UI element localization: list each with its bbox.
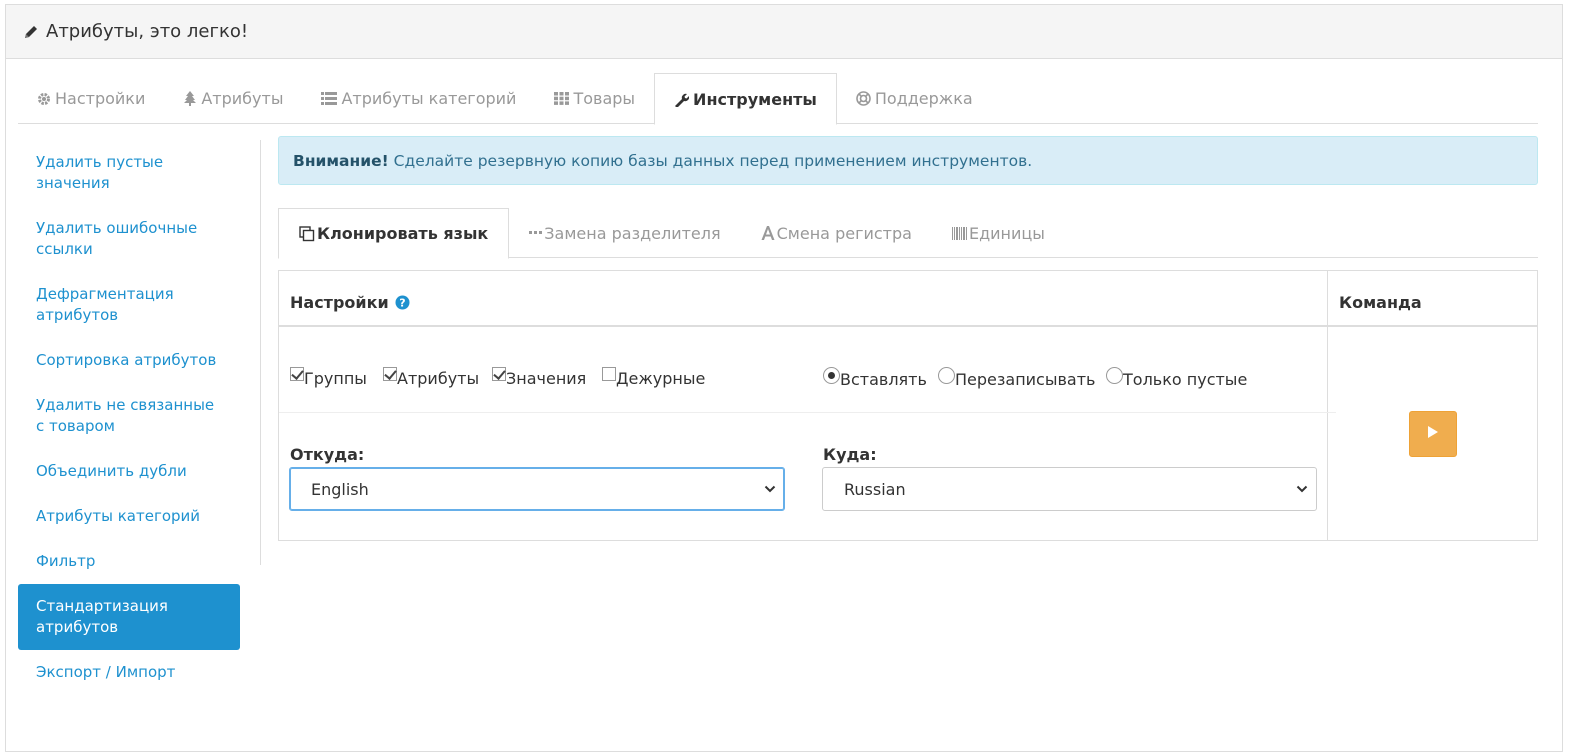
settings-column-header: Настройки ? (279, 271, 1328, 325)
sidebar-item-delete-broken-links[interactable]: Удалить ошибочные ссылки (18, 206, 240, 272)
checkbox-values-label: Значения (506, 369, 587, 388)
to-language-select[interactable]: Russian (822, 467, 1317, 511)
from-language-select[interactable]: English (289, 467, 785, 511)
checkbox-values-box[interactable] (492, 367, 506, 381)
grid-icon (554, 92, 570, 105)
play-icon (1427, 425, 1439, 443)
tab-tools[interactable]: Инструменты (654, 73, 837, 125)
tab-attributes[interactable]: Атрибуты (164, 73, 302, 124)
command-cell (1328, 327, 1537, 540)
tab-clone-language[interactable]: Клонировать язык (278, 208, 510, 259)
checkbox-attributes-label: Атрибуты (397, 369, 480, 388)
sidebar-item-filter[interactable]: Фильтр (18, 539, 240, 584)
sidebar-item-sort[interactable]: Сортировка атрибутов (18, 338, 240, 383)
from-label: Откуда: (290, 445, 365, 464)
panel-title: Атрибуты, это легко! (46, 21, 249, 42)
to-label: Куда: (823, 445, 877, 464)
tab-units-label: Единицы (968, 223, 1045, 243)
radio-insert-circle[interactable] (823, 367, 840, 384)
checkbox-groups-box[interactable] (290, 367, 304, 381)
radio-only-empty-circle[interactable] (1106, 367, 1123, 384)
tab-products[interactable]: Товары (535, 73, 654, 124)
sidebar-item-delete-unlinked[interactable]: Удалить не связанные с товаром (18, 383, 240, 449)
alert-strong: Внимание! (293, 151, 389, 170)
tab-clone-language-label: Клонировать язык (317, 224, 489, 243)
checkbox-duty[interactable]: Дежурные (602, 367, 706, 388)
tools-content: Внимание! Сделайте резервную копию базы … (278, 136, 1538, 541)
radio-overwrite[interactable]: Перезаписывать (938, 367, 1096, 389)
radio-insert[interactable]: Вставлять (823, 367, 927, 389)
tree-icon (183, 91, 197, 106)
chevron-down-icon (1296, 483, 1308, 495)
tool-tabs: Клонировать язык Замена разделителя Смен… (278, 208, 1538, 259)
settings-cell: Группы Атрибуты Значения Дежурные Вставл… (279, 327, 1336, 540)
tab-category-attributes-label: Атрибуты категорий (341, 89, 517, 108)
tab-settings[interactable]: Настройки (18, 73, 164, 124)
sidebar-item-category-attributes[interactable]: Атрибуты категорий (18, 494, 240, 539)
backup-warning-alert: Внимание! Сделайте резервную копию базы … (278, 136, 1538, 185)
tab-case-change-label: Смена регистра (776, 223, 912, 243)
font-icon (761, 226, 775, 240)
command-column-header: Команда (1339, 292, 1422, 312)
clone-icon (299, 225, 315, 242)
sidebar-item-export-import[interactable]: Экспорт / Импорт (18, 650, 240, 695)
gear-icon (37, 92, 51, 106)
tab-settings-label: Настройки (55, 89, 146, 108)
run-clone-button[interactable] (1409, 411, 1457, 457)
sidebar-item-merge-duplicates[interactable]: Объединить дубли (18, 449, 240, 494)
table-header: Настройки ? Команда (279, 271, 1537, 327)
checkbox-attributes[interactable]: Атрибуты (383, 367, 480, 388)
from-language-value: English (311, 479, 369, 499)
options-row: Группы Атрибуты Значения Дежурные Вставл… (279, 327, 1336, 413)
tab-tools-label: Инструменты (693, 89, 817, 109)
panel-heading: Атрибуты, это легко! (6, 5, 1562, 59)
alert-text: Сделайте резервную копию базы данных пер… (393, 151, 1033, 170)
tab-support-label: Поддержка (874, 89, 973, 108)
question-circle-icon[interactable]: ? (395, 295, 410, 310)
pencil-icon (23, 24, 39, 40)
chevron-down-icon (764, 483, 776, 495)
table-body: Группы Атрибуты Значения Дежурные Вставл… (279, 327, 1537, 540)
radio-only-empty[interactable]: Только пустые (1106, 367, 1248, 389)
lifebuoy-icon (856, 91, 871, 106)
checkbox-duty-label: Дежурные (616, 369, 706, 388)
tab-attributes-label: Атрибуты (201, 89, 284, 108)
tab-case-change[interactable]: Смена регистра (741, 208, 932, 258)
tab-category-attributes[interactable]: Атрибуты категорий (302, 73, 535, 124)
clone-language-table: Настройки ? Команда Группы Атрибуты Знач… (278, 270, 1538, 541)
radio-insert-label: Вставлять (840, 370, 927, 389)
tab-support[interactable]: Поддержка (837, 73, 992, 124)
dots-icon (529, 231, 543, 235)
tab-separator-replace[interactable]: Замена разделителя (509, 208, 740, 258)
radio-overwrite-circle[interactable] (938, 367, 955, 384)
svg-text:?: ? (399, 296, 405, 309)
barcode-icon (951, 226, 967, 240)
tab-separator-replace-label: Замена разделителя (544, 223, 721, 243)
list-icon (321, 92, 338, 105)
checkbox-groups-label: Группы (304, 369, 367, 388)
tab-products-label: Товары (573, 89, 636, 108)
to-language-value: Russian (844, 479, 906, 499)
tools-sidebar: Удалить пустые значения Удалить ошибочны… (18, 140, 261, 681)
checkbox-values[interactable]: Значения (492, 367, 587, 388)
checkbox-duty-box[interactable] (602, 367, 616, 381)
sidebar-item-defragment[interactable]: Дефрагментация атрибутов (18, 272, 240, 338)
tab-units[interactable]: Единицы (932, 208, 1065, 258)
sidebar-item-delete-empty[interactable]: Удалить пустые значения (18, 140, 240, 206)
checkbox-attributes-box[interactable] (383, 367, 397, 381)
sidebar-item-standardization[interactable]: Стандартизация атрибутов (18, 584, 240, 650)
checkbox-groups[interactable]: Группы (290, 367, 367, 388)
radio-only-empty-label: Только пустые (1123, 370, 1248, 389)
wrench-icon (674, 92, 690, 107)
radio-overwrite-label: Перезаписывать (955, 370, 1096, 389)
settings-header-label: Настройки (290, 292, 389, 312)
main-tabs: Настройки Атрибуты Атрибуты категорий То… (18, 73, 1538, 125)
